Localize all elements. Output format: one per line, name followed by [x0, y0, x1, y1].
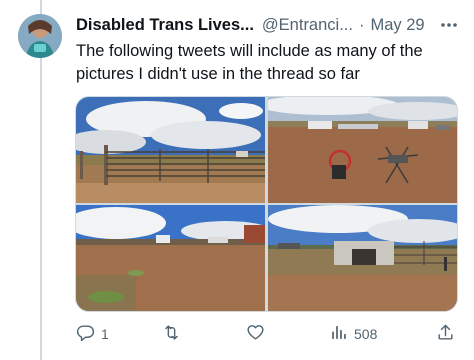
reply-icon: [76, 323, 95, 345]
photo-desert-vehicles[interactable]: [76, 205, 265, 311]
like-button[interactable]: [246, 322, 265, 346]
author-name[interactable]: Disabled Trans Lives...: [76, 14, 254, 36]
views-count: 508: [354, 326, 378, 342]
reply-button[interactable]: 1: [76, 322, 109, 346]
share-button[interactable]: [436, 322, 455, 346]
action-bar: 1 508: [76, 322, 460, 346]
tweet-text: The following tweets will include as man…: [76, 42, 423, 83]
media-grid: [75, 96, 458, 312]
photo-fence-gate[interactable]: [76, 97, 265, 203]
separator-dot: ·: [358, 16, 365, 34]
views-icon: [329, 323, 348, 345]
tweet-header: Disabled Trans Lives... @Entranci... · M…: [76, 14, 460, 36]
reply-count: 1: [101, 326, 109, 342]
photo-shelter[interactable]: [268, 205, 457, 311]
retweet-icon: [162, 323, 181, 345]
retweet-button[interactable]: [162, 322, 181, 346]
photo-debris-hose[interactable]: [268, 97, 457, 203]
author-handle[interactable]: @Entranci...: [262, 14, 353, 36]
share-icon: [436, 323, 455, 345]
views-button[interactable]: 508: [329, 322, 377, 346]
tweet-date[interactable]: May 29: [370, 14, 424, 36]
avatar[interactable]: [18, 14, 62, 58]
more-icon[interactable]: [438, 14, 460, 36]
heart-icon: [246, 323, 265, 345]
